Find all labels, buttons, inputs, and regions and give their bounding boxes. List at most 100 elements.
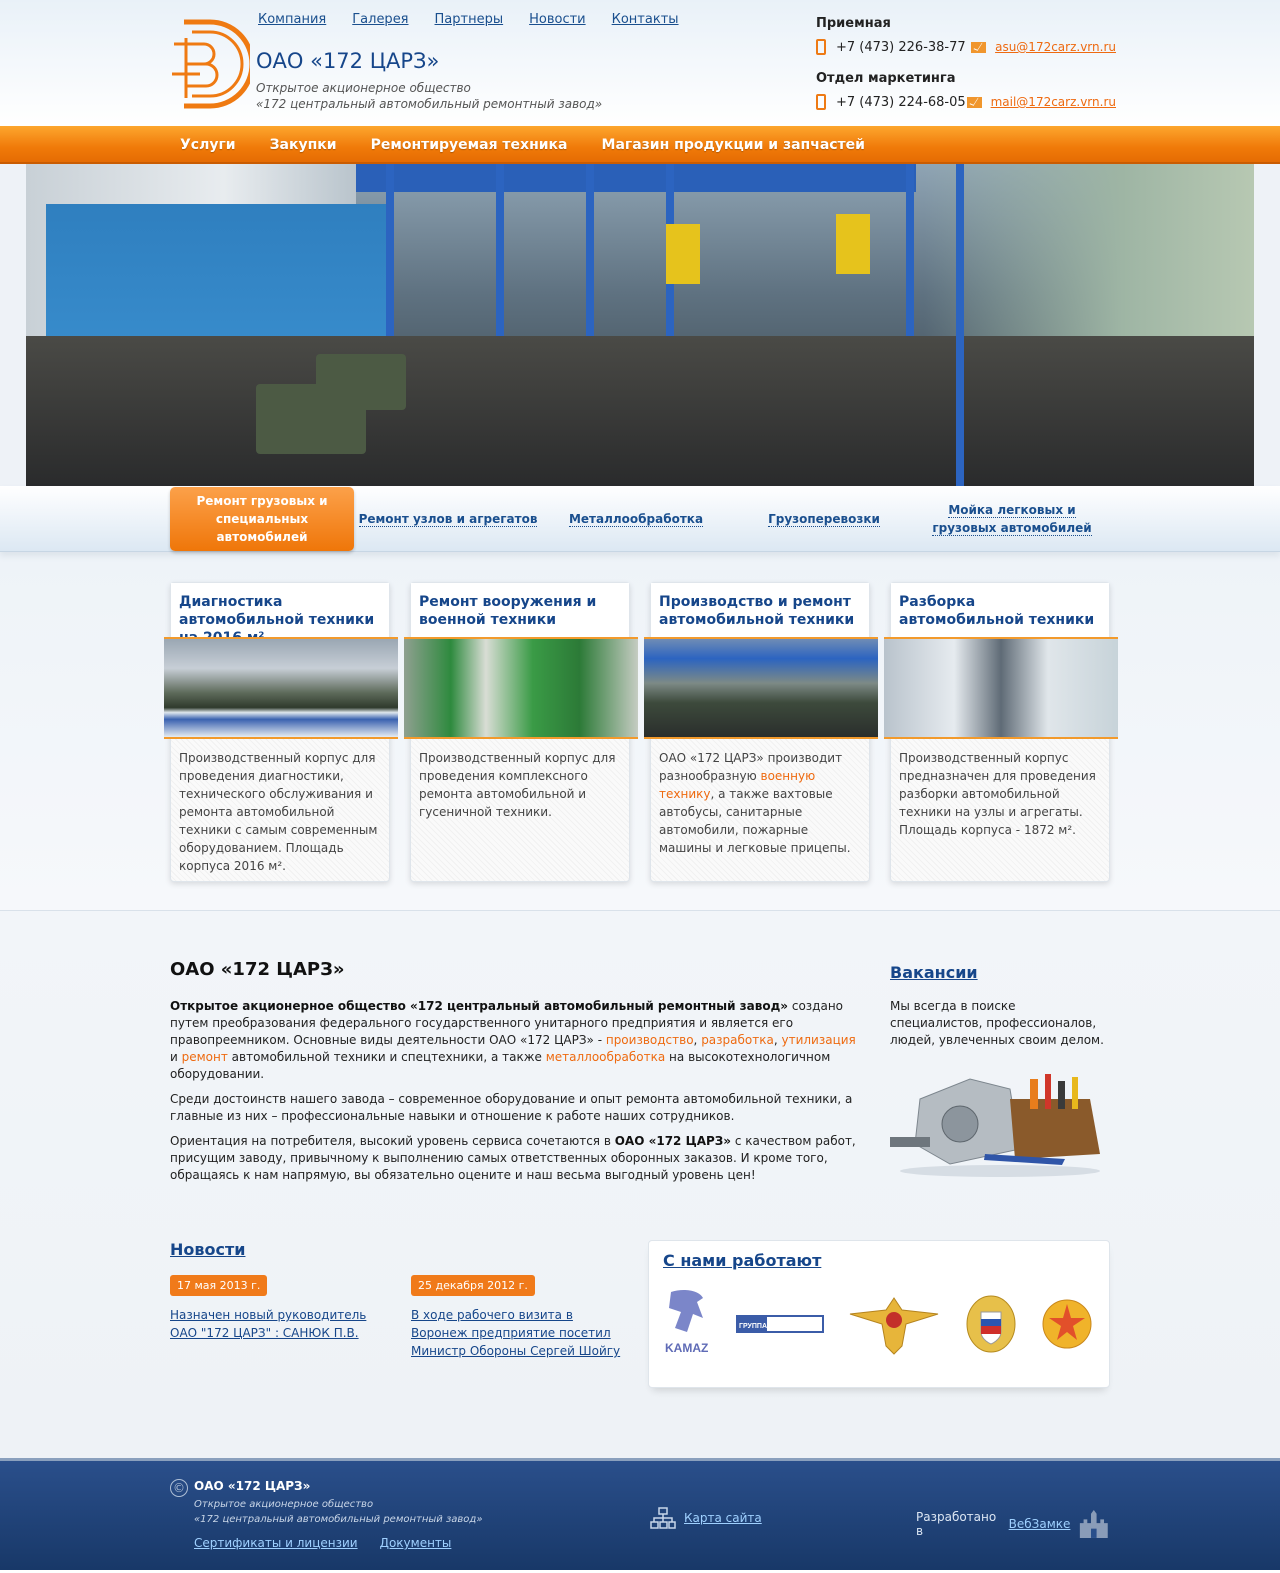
contact-head: Отдел маркетинга <box>816 71 956 86</box>
gearbox-tools-image <box>890 1074 1100 1177</box>
news-item: 25 декабря 2012 г. В ходе рабочего визит… <box>411 1275 630 1360</box>
tab-label: Металлообработка <box>568 512 704 527</box>
card-weapons-repair[interactable]: Ремонт вооружения и военной техники Прои… <box>404 582 638 882</box>
service-tabs-band: Ремонт грузовых и специальных автомобиле… <box>0 447 1280 552</box>
footer: © ОАО «172 ЦАРЗ» Открытое акционерное об… <box>0 1458 1280 1570</box>
contact-reception: Приемная +7 (473) 226-38-77 asu@172carz.… <box>816 16 1116 57</box>
card-text: Производственный корпус предназначен для… <box>899 751 1096 837</box>
contacts-block: Приемная +7 (473) 226-38-77 asu@172carz.… <box>816 16 1116 122</box>
email-link[interactable]: asu@172carz.vrn.ru <box>995 40 1116 54</box>
about-paragraph-3: Ориентация на потребителя, высокий урове… <box>170 1134 856 1182</box>
link-development[interactable]: разработка <box>701 1033 774 1047</box>
news-date-badge: 25 декабря 2012 г. <box>411 1275 535 1296</box>
footer-links: Сертификаты и лицензии Документы <box>194 1536 451 1550</box>
email-link[interactable]: mail@172carz.vrn.ru <box>991 95 1116 109</box>
mail-icon <box>966 96 982 108</box>
service-cards: Диагностика автомобильной техники на 201… <box>164 582 1118 882</box>
sitemap-icon <box>650 1507 676 1529</box>
tab-label: Ремонт узлов и агрегатов <box>358 512 538 527</box>
card-image-production <box>644 637 878 739</box>
card-title: Производство и ремонт автомобильной техн… <box>651 583 869 637</box>
company-subtitle-line2: «172 центральный автомобильный ремонтный… <box>256 97 603 111</box>
news-title-link[interactable]: Новости <box>170 1240 630 1259</box>
card-text: Производственный корпус для проведения к… <box>419 751 616 819</box>
tab-truck-repair[interactable]: Ремонт грузовых и специальных автомобиле… <box>170 447 354 551</box>
tab-car-wash[interactable]: Мойка легковых и грузовых автомобилей <box>918 501 1106 537</box>
sitemap: Карта сайта <box>650 1507 762 1529</box>
link-metalworking[interactable]: металлообработка <box>546 1050 666 1064</box>
card-image-disassembly <box>884 637 1118 739</box>
vacancy-title-link[interactable]: Вакансии <box>890 963 1110 982</box>
vacancy-section: Вакансии Мы всегда в поиске специалистов… <box>890 959 1110 1192</box>
main-navigation: Услуги Закупки Ремонтируемая техника Маг… <box>0 126 1280 164</box>
company-subtitle: Открытое акционерное общество «172 центр… <box>256 80 602 112</box>
partners-section: С нами работают KAMAZ ГРУППА ГАЗ <box>648 1240 1110 1388</box>
topnav-company[interactable]: Компания <box>258 12 326 27</box>
developer-link[interactable]: ВебЗамке <box>1009 1517 1071 1531</box>
svg-text:KAMAZ: KAMAZ <box>665 1341 708 1355</box>
about-area: ОАО «172 ЦАРЗ» Открытое акционерное обще… <box>0 911 1280 1458</box>
partners-title-link[interactable]: С нами работают <box>663 1251 1095 1270</box>
card-image-weapons <box>404 637 638 739</box>
nav-purchases[interactable]: Закупки <box>270 126 337 164</box>
certificates-link[interactable]: Сертификаты и лицензии <box>194 1536 358 1550</box>
nav-shop[interactable]: Магазин продукции и запчастей <box>602 126 865 164</box>
emercom-emblem[interactable] <box>1039 1290 1095 1356</box>
tab-label: Ремонт грузовых и специальных автомобиле… <box>196 494 328 544</box>
contact-head: Приемная <box>816 16 891 31</box>
contact-marketing: Отдел маркетинга +7 (473) 224-68-05 mail… <box>816 71 1116 112</box>
about-paragraph-1: Открытое акционерное общество «172 центр… <box>170 999 856 1081</box>
service-tabs: Ремонт грузовых и специальных автомобиле… <box>170 447 1110 552</box>
card-diagnostics[interactable]: Диагностика автомобильной техники на 201… <box>164 582 398 882</box>
company-logo[interactable] <box>170 14 250 114</box>
card-image-diagnostics <box>164 637 398 739</box>
copyright-icon: © <box>170 1479 188 1497</box>
card-title: Диагностика автомобильной техники на 201… <box>171 583 389 646</box>
kamaz-logo[interactable]: KAMAZ <box>663 1288 715 1358</box>
vacancy-text: Мы всегда в поиске специалистов, професс… <box>890 999 1104 1047</box>
about-paragraph-2: Среди достоинств нашего завода – совреме… <box>170 1092 853 1123</box>
gaz-group-logo[interactable]: ГРУППА ГАЗ <box>735 1308 826 1338</box>
news-item: 17 мая 2013 г. Назначен новый руководите… <box>170 1275 389 1360</box>
card-text: Производственный корпус для проведения д… <box>179 751 378 873</box>
topnav-gallery[interactable]: Галерея <box>352 12 408 27</box>
card-production[interactable]: Производство и ремонт автомобильной техн… <box>644 582 878 882</box>
link-production[interactable]: производство <box>606 1033 694 1047</box>
tab-label: Грузоперевозки <box>768 512 880 527</box>
company-subtitle-line1: Открытое акционерное общество <box>256 81 471 95</box>
news-link[interactable]: В ходе рабочего визита в Воронеж предпри… <box>411 1306 630 1360</box>
mail-icon <box>971 41 987 53</box>
card-title: Разборка автомобильной техники <box>891 583 1109 637</box>
sitemap-link[interactable]: Карта сайта <box>684 1511 762 1525</box>
footer-company-subtitle: Открытое акционерное общество «172 центр… <box>194 1499 483 1525</box>
phone-number: +7 (473) 226-38-77 <box>836 39 966 55</box>
news-section: Новости 17 мая 2013 г. Назначен новый ру… <box>170 1240 630 1388</box>
link-repair[interactable]: ремонт <box>182 1050 228 1064</box>
topnav-news[interactable]: Новости <box>529 12 586 27</box>
nav-services[interactable]: Услуги <box>180 126 236 164</box>
topnav-contacts[interactable]: Контакты <box>612 12 679 27</box>
documents-link[interactable]: Документы <box>380 1536 452 1550</box>
service-cards-area: Диагностика автомобильной техники на 201… <box>0 552 1280 911</box>
topnav-partners[interactable]: Партнеры <box>435 12 504 27</box>
nav-repaired-equipment[interactable]: Ремонтируемая техника <box>371 126 568 164</box>
footer-company-name: ОАО «172 ЦАРЗ» <box>194 1479 311 1493</box>
defense-ministry-emblem[interactable] <box>846 1290 942 1356</box>
tab-units-repair[interactable]: Ремонт узлов и агрегатов <box>354 510 542 528</box>
card-text: ОАО «172 ЦАРЗ» производит разнообразную … <box>659 751 851 855</box>
card-disassembly[interactable]: Разборка автомобильной техники Производс… <box>884 582 1118 882</box>
developer-credit: Разработано в ВебЗамке <box>916 1507 1110 1541</box>
phone-icon <box>816 94 826 110</box>
phone-icon <box>816 39 826 55</box>
fso-emblem[interactable] <box>963 1290 1019 1356</box>
tab-metalworking[interactable]: Металлообработка <box>542 510 730 528</box>
tab-cargo[interactable]: Грузоперевозки <box>730 510 918 528</box>
card-title: Ремонт вооружения и военной техники <box>411 583 629 637</box>
tab-label: Мойка легковых и грузовых автомобилей <box>932 503 1092 536</box>
castle-icon <box>1080 1510 1109 1538</box>
news-link[interactable]: Назначен новый руководитель ОАО "172 ЦАР… <box>170 1306 389 1342</box>
phone-number: +7 (473) 224-68-05 <box>836 94 966 110</box>
hero-banner <box>0 164 1280 486</box>
about-title: ОАО «172 ЦАРЗ» <box>170 959 345 980</box>
link-utilization[interactable]: утилизация <box>781 1033 855 1047</box>
